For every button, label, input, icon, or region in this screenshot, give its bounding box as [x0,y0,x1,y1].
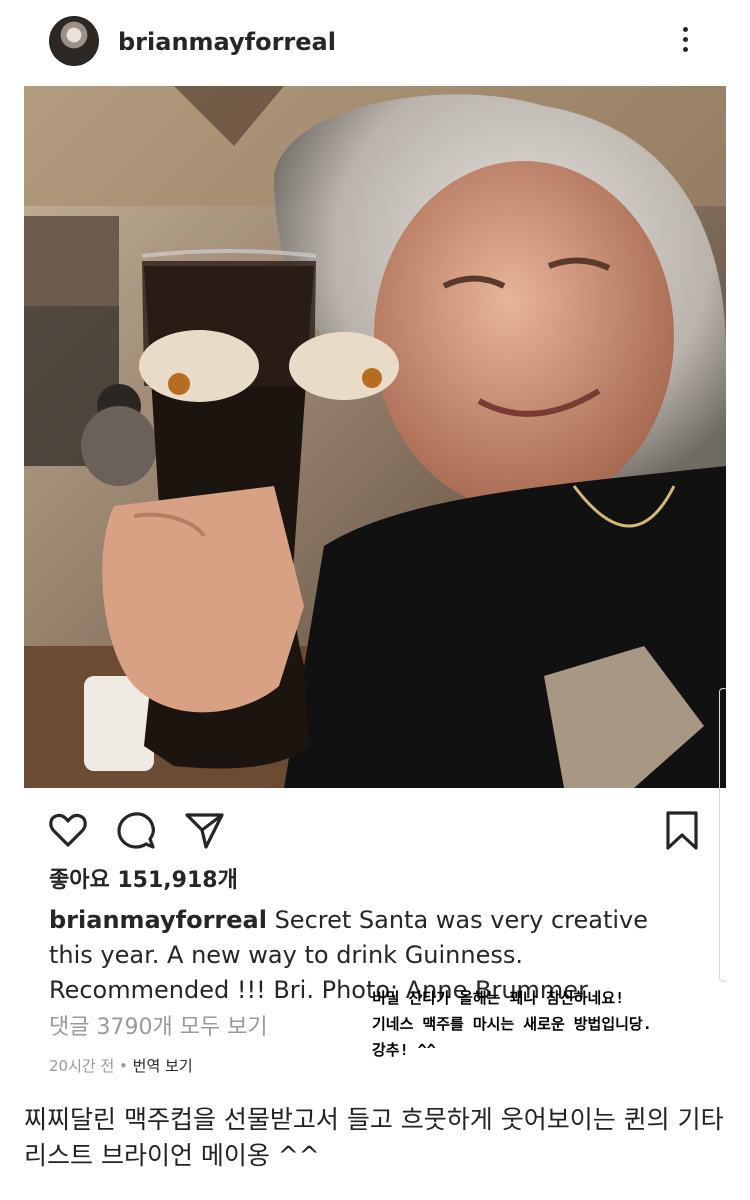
overlay-translation-note: 비밀 산타가 올해는 꽤나 참신하네요! 기네스 맥주를 마시는 새로운 방법입… [372,985,712,1063]
overlay-note-line: 비밀 산타가 올해는 꽤나 참신하네요! [372,989,625,1007]
comment-bubble-icon[interactable] [114,808,158,852]
footer-commentary: 찌찌달린 맥주컵을 선물받고서 들고 흐뭇하게 웃어보이는 퀸의 기타리스트 브… [24,1105,724,1170]
more-options-icon[interactable] [672,24,698,60]
post-photo[interactable] [24,86,726,788]
post-username[interactable]: brianmayforreal [118,27,336,57]
post-actions-bar [0,800,750,858]
post-time: 20시간 전 [49,1057,115,1075]
post-photo-illustration [24,86,726,788]
post-meta-row: 20시간 전 • 번역 보기 [49,1054,193,1078]
meta-separator: • [114,1057,133,1075]
bookmark-icon[interactable] [660,808,704,852]
likes-count[interactable]: 좋아요 151,918개 [49,865,238,897]
overlay-note-line: 강추! ^^ [372,1041,436,1059]
translate-link[interactable]: 번역 보기 [133,1057,193,1075]
post-header: brianmayforreal [0,0,750,86]
view-all-comments-link[interactable]: 댓글 3790개 모두 보기 [49,1012,268,1044]
caption-username[interactable]: brianmayforreal [49,906,267,934]
scroll-indicator[interactable] [719,688,728,982]
paper-plane-icon[interactable] [182,808,226,852]
heart-icon[interactable] [46,808,90,852]
profile-avatar[interactable] [49,16,99,66]
overlay-note-line: 기네스 맥주를 마시는 새로운 방법입니당. [372,1015,652,1033]
